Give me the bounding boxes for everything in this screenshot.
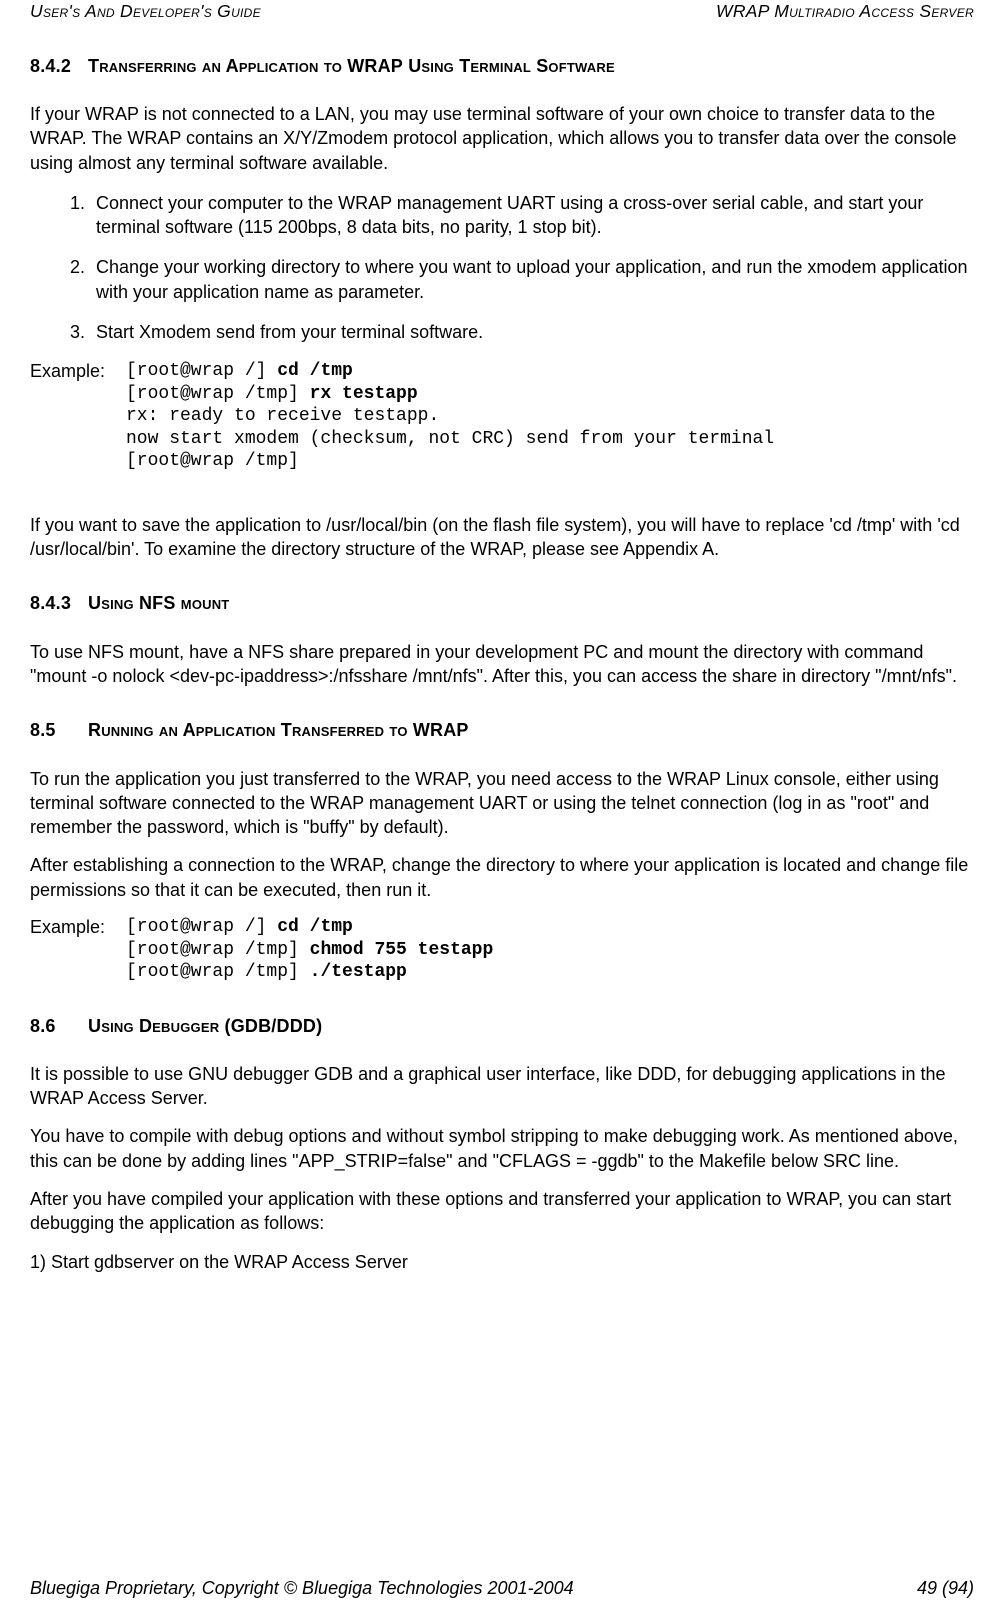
terminal-output: [root@wrap /] cd /tmp [root@wrap /tmp] r… [126,360,774,473]
heading-8-4-3: 8.4.3Using NFS mount [30,591,974,615]
heading-text-post: Using Terminal Software [403,56,615,76]
footer-left: Bluegiga Proprietary, Copyright © Bluegi… [30,1576,574,1600]
step-item: Start Xmodem send from your terminal sof… [90,320,974,344]
command: cd /tmp [277,917,353,937]
heading-8-6: 8.6Using Debugger (GDB/DDD) [30,1014,974,1038]
heading-text-pre: Running an Application Transferred to [88,720,413,740]
prompt: [root@wrap /] [126,361,277,381]
paragraph: To use NFS mount, have a NFS share prepa… [30,640,974,689]
command: ./testapp [310,962,407,982]
heading-8-5: 8.5Running an Application Transferred to… [30,718,974,742]
heading-number: 8.4.3 [30,591,88,615]
heading-number: 8.4.2 [30,54,88,78]
header-right: WRAP Multiradio Access Server [716,0,974,24]
ordered-steps: Connect your computer to the WRAP manage… [30,191,974,344]
footer-right: 49 (94) [917,1576,974,1600]
step-item: Connect your computer to the WRAP manage… [90,191,974,240]
output-line: now start xmodem (checksum, not CRC) sen… [126,429,774,449]
page-footer: Bluegiga Proprietary, Copyright © Bluegi… [30,1576,974,1600]
heading-text: Using NFS mount [88,593,229,613]
prompt: [root@wrap /tmp] [126,451,299,471]
step-item: Change your working directory to where y… [90,255,974,304]
paragraph: 1) Start gdbserver on the WRAP Access Se… [30,1250,974,1274]
example-label: Example: [30,916,126,939]
example-block: Example:[root@wrap /] cd /tmp [root@wrap… [30,916,974,984]
page-header: User's And Developer's Guide WRAP Multir… [30,0,974,24]
paragraph: If you want to save the application to /… [30,513,974,562]
paragraph: It is possible to use GNU debugger GDB a… [30,1062,974,1111]
command: rx testapp [310,384,418,404]
example-label: Example: [30,360,126,383]
paragraph: After establishing a connection to the W… [30,853,974,902]
heading-8-4-2: 8.4.2Transferring an Application to WRAP… [30,54,974,78]
heading-text-paren: (GDB/DDD) [225,1016,323,1036]
heading-text-wrap: WRAP [413,720,469,740]
terminal-output: [root@wrap /] cd /tmp [root@wrap /tmp] c… [126,916,493,984]
paragraph: After you have compiled your application… [30,1187,974,1236]
output-line: rx: ready to receive testapp. [126,406,439,426]
prompt: [root@wrap /tmp] [126,962,310,982]
prompt: [root@wrap /tmp] [126,940,310,960]
paragraph: You have to compile with debug options a… [30,1124,974,1173]
paragraph: To run the application you just transfer… [30,767,974,840]
prompt: [root@wrap /tmp] [126,384,310,404]
command: cd /tmp [277,361,353,381]
heading-text-pre: Using Debugger [88,1016,225,1036]
command: chmod 755 testapp [310,940,494,960]
header-left: User's And Developer's Guide [30,0,261,24]
heading-text-wrap: WRAP [347,56,403,76]
heading-number: 8.6 [30,1014,88,1038]
heading-text-pre: Transferring an Application to [88,56,347,76]
heading-number: 8.5 [30,718,88,742]
page: User's And Developer's Guide WRAP Multir… [0,0,1004,1620]
paragraph: If your WRAP is not connected to a LAN, … [30,102,974,175]
example-block: Example:[root@wrap /] cd /tmp [root@wrap… [30,360,974,473]
prompt: [root@wrap /] [126,917,277,937]
